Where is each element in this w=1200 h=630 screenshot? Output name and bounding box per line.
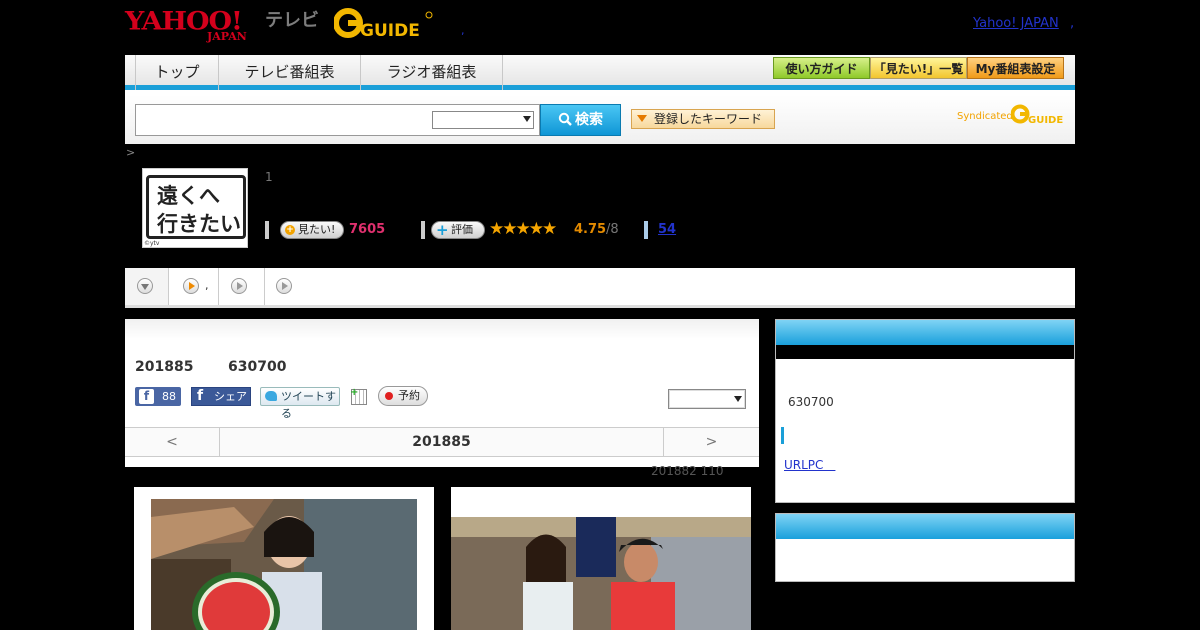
sidebar-box-header	[776, 320, 1074, 345]
play-icon	[231, 278, 247, 294]
plus-icon-2: +	[436, 221, 449, 239]
facebook-icon: f	[139, 389, 154, 404]
sidebar-episode-id: 630700	[788, 395, 834, 409]
reserve-label: 予約	[398, 389, 420, 402]
syndicated-gguide-logo: GUIDE	[1010, 103, 1067, 131]
episode-id: 630700	[228, 359, 287, 375]
nav-tab-radio-schedule[interactable]: ラジオ番組表	[361, 55, 503, 90]
pager-title: 201885	[412, 434, 471, 450]
yahoo-logo-japan: JAPAN	[207, 30, 247, 43]
header-separator: ,	[461, 24, 465, 37]
sidebar-section-marker	[781, 427, 784, 444]
search-button[interactable]: 検索	[540, 104, 621, 136]
episode-panel: 201885 630700 f 88 f シェア ツイートする + 予約 < 2…	[125, 319, 759, 467]
search-button-label: 検索	[575, 112, 603, 128]
global-nav: トップ テレビ番組表 ラジオ番組表 使い方ガイド 「見たい!」一覧 My番組表設…	[125, 55, 1075, 144]
search-row: 検索 登録したキーワード Syndicated GUIDE	[125, 95, 1075, 144]
syndicated-label: Syndicated	[957, 111, 1013, 122]
chevron-down-icon	[137, 278, 153, 294]
rate-button-label: 評価	[451, 223, 473, 236]
episode-photo-2[interactable]	[451, 487, 751, 630]
play-icon	[183, 278, 199, 294]
gguide-small-logo-icon: GUIDE	[1010, 104, 1063, 126]
chevron-down-icon	[523, 116, 531, 122]
watermelon-photo	[151, 499, 417, 630]
stat-divider	[265, 221, 269, 239]
stat-divider-2	[421, 221, 425, 239]
reserve-button[interactable]: 予約	[378, 386, 428, 406]
sidebar-box-subheader	[776, 345, 1074, 359]
subtab-2[interactable]: ,	[169, 268, 219, 305]
comment-count-link[interactable]: 54	[658, 222, 676, 237]
plus-icon: +	[285, 225, 295, 235]
my-schedule-settings-button[interactable]: My番組表設定	[967, 57, 1064, 79]
search-category-select[interactable]	[432, 111, 534, 129]
episode-pager: < 201885 >	[125, 427, 759, 457]
episode-date: 201885	[135, 359, 194, 375]
rate-button[interactable]: + 評価	[431, 221, 485, 239]
facebook-like-count: 88	[162, 390, 176, 403]
gguide-logo-icon: GUIDE	[333, 8, 433, 41]
nav-tabs: トップ テレビ番組表 ラジオ番組表 使い方ガイド 「見たい!」一覧 My番組表設…	[125, 55, 1075, 90]
saved-keywords-button[interactable]: 登録したキーワード	[631, 109, 775, 129]
want-count: 7605	[349, 222, 386, 237]
add-calendar-icon[interactable]: +	[350, 387, 367, 405]
chevron-down-icon	[734, 396, 742, 402]
rating-count: /8	[606, 222, 619, 237]
program-logo-line1: 遠くへ	[157, 184, 220, 208]
gguide-logo[interactable]: GUIDE	[333, 6, 434, 42]
tv-label: テレビ	[265, 10, 319, 31]
facebook-icon: f	[197, 388, 204, 404]
episode-photo-1[interactable]	[134, 487, 434, 630]
calendar-plus: +	[350, 387, 359, 398]
nav-tab-tv-schedule[interactable]: テレビ番組表	[219, 55, 361, 90]
yahoo-logo[interactable]: YAHOO! JAPAN	[125, 6, 265, 43]
gguide-small-logo-text: GUIDE	[1028, 115, 1063, 126]
sidebar-box-2	[775, 513, 1075, 582]
program-number: 1	[265, 170, 273, 184]
shop-photo	[451, 517, 751, 630]
want-list-button[interactable]: 「見たい!」一覧	[870, 57, 967, 79]
subtab-4[interactable]	[265, 268, 305, 305]
episode-panel-header	[125, 319, 759, 339]
nav-tab-top[interactable]: トップ	[135, 55, 219, 90]
subtab-1[interactable]	[125, 268, 169, 305]
sidebar-box-2-header	[776, 514, 1074, 539]
search-icon	[558, 112, 572, 126]
program-thumb-copyright: ©ytv	[144, 240, 160, 247]
facebook-share-label: シェア	[214, 390, 247, 403]
program-thumbnail: 遠くへ 行きたい ©ytv	[142, 168, 248, 248]
dropdown-arrow-icon	[637, 115, 647, 122]
tweet-button[interactable]: ツイートする	[260, 387, 340, 420]
gguide-logo-text: GUIDE	[360, 21, 420, 41]
pager-prev-button[interactable]: <	[125, 428, 220, 456]
facebook-like-button[interactable]: f 88	[135, 387, 181, 406]
tweet-label: ツイートする	[281, 390, 336, 420]
want-button[interactable]: + 見たい!	[280, 221, 344, 239]
yahoo-japan-link[interactable]: Yahoo! JAPAN	[973, 16, 1059, 31]
program-subtabs: ,	[125, 268, 1075, 308]
episode-footer-note: 201882 110	[651, 464, 724, 478]
stat-divider-3	[644, 221, 648, 239]
pager-next-button[interactable]: >	[663, 428, 759, 456]
twitter-bird-icon	[265, 391, 277, 401]
page: YAHOO! JAPAN テレビ GUIDE , Yahoo! JAPAN , …	[0, 0, 1200, 630]
breadcrumb[interactable]: >	[126, 146, 135, 159]
sidebar-url-link[interactable]: URLPC	[784, 456, 835, 473]
sidebar-info-box: 630700 URLPC	[775, 319, 1075, 503]
subtab-2-label: ,	[205, 279, 209, 292]
saved-keywords-label: 登録したキーワード	[654, 112, 763, 126]
rating-stars: ★★★★★	[489, 219, 557, 239]
program-logo-line2: 行きたい	[157, 212, 241, 236]
program-logo-frame: 遠くへ 行きたい	[146, 175, 246, 239]
subtab-3[interactable]	[219, 268, 265, 305]
facebook-share-button[interactable]: f シェア	[191, 387, 251, 406]
header-separator-2: ,	[1070, 16, 1075, 31]
rating-score: 4.75	[574, 222, 607, 237]
want-button-label: 見たい!	[298, 223, 336, 236]
guide-button[interactable]: 使い方ガイド	[773, 57, 870, 79]
record-icon	[385, 392, 393, 400]
play-icon	[276, 278, 292, 294]
episode-select[interactable]	[668, 389, 746, 409]
